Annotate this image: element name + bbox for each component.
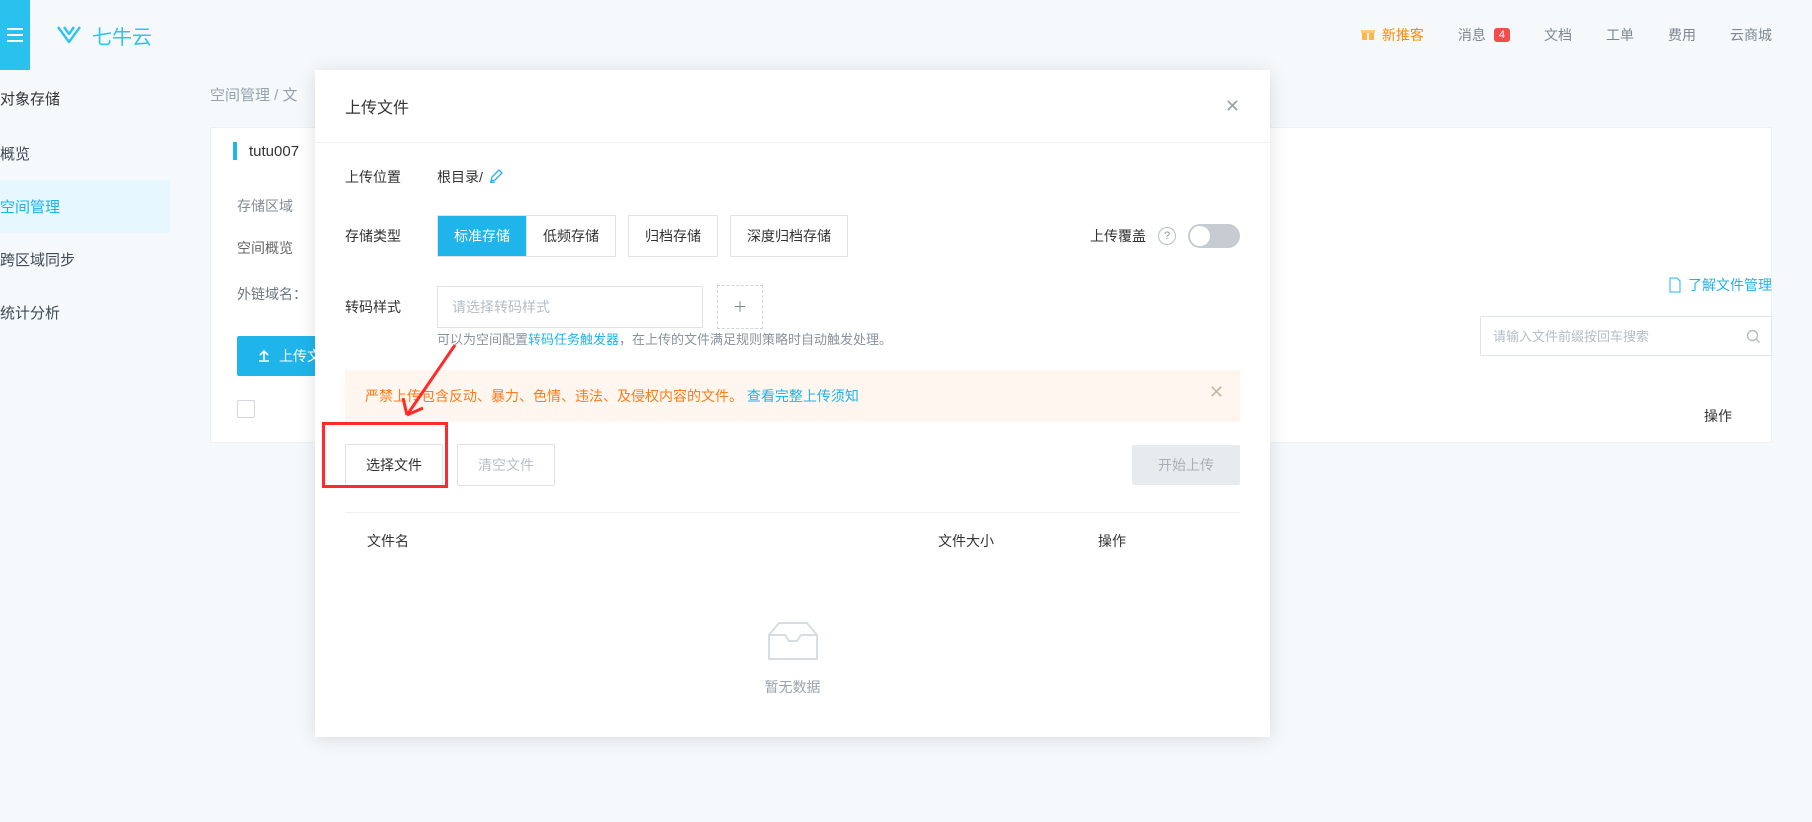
select-all-checkbox[interactable] <box>237 400 255 418</box>
clear-files-button[interactable]: 清空文件 <box>457 444 555 486</box>
space-name: tutu007 <box>249 143 299 160</box>
nav-billing[interactable]: 费用 <box>1668 25 1696 45</box>
upload-icon <box>257 349 271 363</box>
sidebar-item-space-manage[interactable]: 空间管理 <box>0 180 170 233</box>
nav-tickets[interactable]: 工单 <box>1606 25 1634 45</box>
row-transcode: 转码样式 请选择转码样式 ＋ <box>345 285 1240 329</box>
logo[interactable]: 七牛云 <box>54 21 152 50</box>
doc-icon <box>1668 277 1682 293</box>
upload-modal: 上传文件 ✕ 上传位置 根目录/ 存储类型 标准存储 低频存储 归档存储 <box>315 70 1270 737</box>
label-storage-type: 存储类型 <box>345 226 437 246</box>
topnav-items: 新推客 消息 4 文档 工单 费用 云商城 <box>1360 25 1772 45</box>
modal-title: 上传文件 <box>345 94 409 118</box>
domain-label: 外链域名： <box>237 284 307 304</box>
transcode-hint-prefix: 可以为空间配置 <box>437 332 528 347</box>
close-warning-icon[interactable]: ✕ <box>1209 382 1224 403</box>
nav-docs[interactable]: 文档 <box>1544 25 1572 45</box>
storage-type-segment-a: 标准存储 低频存储 <box>437 215 616 257</box>
empty-text: 暂无数据 <box>765 677 821 697</box>
col-file-size: 文件大小 <box>938 531 1098 551</box>
storage-type-options: 标准存储 低频存储 归档存储 深度归档存储 <box>437 215 848 257</box>
logo-text: 七牛云 <box>92 21 152 50</box>
warning-link[interactable]: 查看完整上传须知 <box>747 388 859 404</box>
top-nav: 七牛云 新推客 消息 4 文档 工单 费用 云商城 <box>0 0 1812 70</box>
label-upload-overwrite: 上传覆盖 <box>1090 226 1146 246</box>
modal-header: 上传文件 ✕ <box>315 70 1270 143</box>
nav-messages-label: 消息 <box>1458 25 1486 45</box>
empty-state: 暂无数据 <box>345 569 1240 737</box>
transcode-trigger-link[interactable]: 转码任务触发器 <box>528 332 619 347</box>
help-icon[interactable]: ? <box>1158 227 1176 245</box>
messages-badge: 4 <box>1494 28 1510 42</box>
help-link-file-manage[interactable]: 了解文件管理 <box>1668 275 1772 295</box>
nav-cloud-market[interactable]: 云商城 <box>1730 25 1772 45</box>
sidebar: 对象存储 概览 空间管理 跨区域同步 统计分析 <box>0 70 170 339</box>
storage-opt-lowfreq[interactable]: 低频存储 <box>527 216 615 256</box>
overwrite-toggle[interactable] <box>1188 224 1240 248</box>
nav-new-promo[interactable]: 新推客 <box>1360 25 1424 45</box>
qiniu-logo-icon <box>54 24 84 46</box>
row-upload-location: 上传位置 根目录/ <box>345 167 1240 187</box>
accent-bar <box>233 142 237 160</box>
file-table-header: 文件名 文件大小 操作 <box>345 512 1240 569</box>
transcode-select[interactable]: 请选择转码样式 <box>437 286 703 328</box>
sidebar-item-cross-region[interactable]: 跨区域同步 <box>0 233 170 286</box>
label-upload-location: 上传位置 <box>345 167 437 187</box>
upload-warning-banner: 严禁上传包含反动、暴力、色情、违法、及侵权内容的文件。 查看完整上传须知 ✕ <box>345 370 1240 422</box>
upload-overwrite-group: 上传覆盖 ? <box>1090 224 1240 248</box>
search-icon <box>1746 329 1761 344</box>
help-link-label: 了解文件管理 <box>1688 275 1772 295</box>
nav-messages[interactable]: 消息 4 <box>1458 25 1510 45</box>
label-transcode: 转码样式 <box>345 297 437 317</box>
transcode-hint: 可以为空间配置转码任务触发器，在上传的文件满足规则策略时自动触发处理。 <box>437 329 1240 348</box>
file-search-input[interactable] <box>1491 328 1746 345</box>
transcode-hint-suffix: ，在上传的文件满足规则策略时自动触发处理。 <box>619 332 892 347</box>
warning-text: 严禁上传包含反动、暴力、色情、违法、及侵权内容的文件。 <box>365 388 743 404</box>
edit-location-icon[interactable] <box>489 169 503 186</box>
sidebar-title: 对象存储 <box>0 70 170 127</box>
nav-new-promo-label: 新推客 <box>1382 25 1424 45</box>
file-search-box[interactable] <box>1480 316 1772 356</box>
select-file-button[interactable]: 选择文件 <box>345 444 443 486</box>
sidebar-item-overview[interactable]: 概览 <box>0 127 170 180</box>
tab-space-overview[interactable]: 空间概览 <box>237 238 293 258</box>
empty-box-icon <box>765 619 821 663</box>
upload-location-value: 根目录/ <box>437 167 483 187</box>
modal-body: 上传位置 根目录/ 存储类型 标准存储 低频存储 归档存储 深度归档存储 <box>315 143 1270 737</box>
col-file-name: 文件名 <box>367 531 938 551</box>
row-storage-type: 存储类型 标准存储 低频存储 归档存储 深度归档存储 上传覆盖 ? <box>345 215 1240 257</box>
sidebar-item-stats[interactable]: 统计分析 <box>0 286 170 339</box>
bg-ops-header: 操作 <box>1704 406 1732 426</box>
close-icon[interactable]: ✕ <box>1225 96 1240 117</box>
file-button-row: 选择文件 清空文件 开始上传 <box>345 444 1240 486</box>
add-transcode-button[interactable]: ＋ <box>717 285 763 329</box>
storage-opt-deep-archive[interactable]: 深度归档存储 <box>730 215 848 257</box>
start-upload-button[interactable]: 开始上传 <box>1132 445 1240 485</box>
hamburger-menu-button[interactable] <box>0 0 30 70</box>
storage-opt-archive[interactable]: 归档存储 <box>628 215 718 257</box>
col-file-ops: 操作 <box>1098 531 1218 551</box>
storage-opt-standard[interactable]: 标准存储 <box>438 216 527 256</box>
gift-icon <box>1360 26 1376 45</box>
